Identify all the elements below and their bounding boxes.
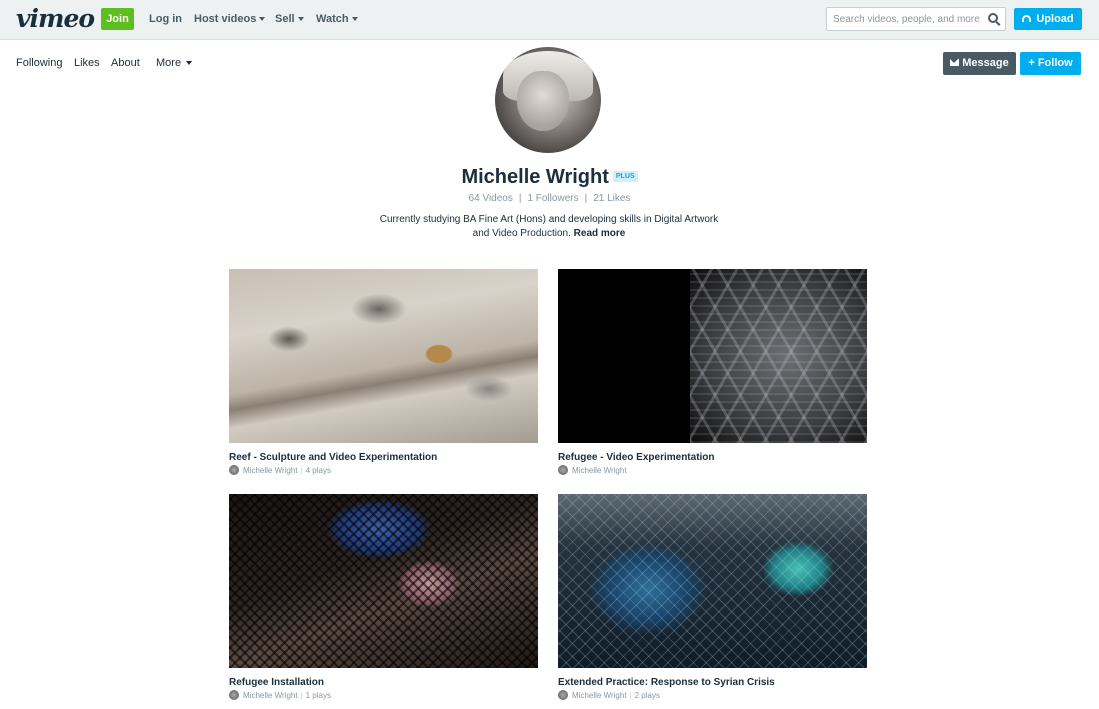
- search-input[interactable]: [833, 8, 983, 30]
- video-author[interactable]: Michelle Wright: [572, 691, 627, 700]
- video-card: Refugee Installation Michelle Wright | 1 p…: [229, 494, 538, 700]
- video-meta: Michelle Wright | 1 plays: [229, 690, 538, 700]
- videos-count-link[interactable]: 64 Videos: [469, 193, 513, 204]
- message-label: Message: [962, 57, 1009, 69]
- bio-text: Currently studying BA Fine Art (Hons) an…: [379, 214, 719, 239]
- upload-label: Upload: [1036, 13, 1074, 25]
- search-box: [826, 7, 1006, 31]
- video-plays: 1 plays: [305, 690, 331, 700]
- video-thumbnail[interactable]: [558, 269, 867, 443]
- sell-label: Sell: [275, 13, 295, 25]
- more-menu[interactable]: More: [156, 57, 193, 69]
- video-title[interactable]: Refugee Installation: [229, 677, 538, 688]
- video-thumbnail[interactable]: [558, 494, 867, 668]
- chevron-down-icon: [351, 17, 358, 22]
- video-card: Extended Practice: Response to Syrian Cr…: [558, 494, 867, 700]
- profile-avatar[interactable]: [495, 47, 601, 153]
- video-author[interactable]: Michelle Wright: [243, 466, 298, 475]
- likes-count-link[interactable]: 21 Likes: [593, 193, 630, 204]
- chevron-down-icon: [259, 17, 266, 22]
- message-button[interactable]: Message: [943, 52, 1016, 75]
- profile-name: Michelle Wright: [461, 166, 609, 188]
- video-title[interactable]: Reef - Sculpture and Video Experimentati…: [229, 452, 538, 463]
- divider: |: [300, 690, 303, 700]
- thumbnail-image: [558, 494, 867, 668]
- upload-icon: [1022, 15, 1032, 22]
- upload-button[interactable]: Upload: [1014, 8, 1082, 30]
- author-avatar[interactable]: [229, 690, 239, 700]
- video-card: Reef - Sculpture and Video Experimentati…: [229, 269, 538, 475]
- host-videos-label: Host videos: [194, 13, 257, 25]
- video-card: Refugee - Video Experimentation Michelle…: [558, 269, 867, 475]
- chevron-down-icon: [297, 17, 304, 22]
- video-plays: 4 plays: [305, 465, 331, 475]
- video-plays: 2 plays: [634, 690, 660, 700]
- watch-menu[interactable]: Watch: [316, 13, 358, 25]
- search-icon[interactable]: [988, 13, 998, 23]
- profile-name-row: Michelle Wright PLUS: [0, 166, 1099, 189]
- plus-badge: PLUS: [612, 171, 638, 183]
- follow-button[interactable]: + Follow: [1020, 52, 1081, 75]
- tab-likes[interactable]: Likes: [74, 57, 100, 69]
- video-title[interactable]: Extended Practice: Response to Syrian Cr…: [558, 677, 867, 688]
- video-thumbnail[interactable]: [229, 269, 538, 443]
- video-author[interactable]: Michelle Wright: [572, 466, 627, 475]
- thumbnail-image: [229, 494, 538, 668]
- chevron-down-icon: [186, 61, 193, 66]
- tab-about[interactable]: About: [111, 57, 140, 69]
- divider: |: [584, 193, 588, 204]
- profile-stats: 64 Videos | 1 Followers | 21 Likes: [0, 193, 1099, 204]
- vimeo-logo[interactable]: vimeo: [16, 4, 95, 33]
- video-author[interactable]: Michelle Wright: [243, 691, 298, 700]
- sell-menu[interactable]: Sell: [275, 13, 304, 25]
- video-meta: Michelle Wright | 4 plays: [229, 465, 538, 475]
- login-link[interactable]: Log in: [149, 13, 182, 25]
- top-navigation-bar: vimeo Join Log in Host videos Sell Watch…: [0, 0, 1099, 40]
- tab-following[interactable]: Following: [16, 57, 62, 69]
- video-meta: Michelle Wright | 2 plays: [558, 690, 867, 700]
- profile-bio: Currently studying BA Fine Art (Hons) an…: [379, 213, 719, 241]
- login-label: Log in: [149, 13, 182, 25]
- host-videos-menu[interactable]: Host videos: [194, 13, 266, 25]
- join-button[interactable]: Join: [101, 8, 134, 30]
- author-avatar[interactable]: [558, 690, 568, 700]
- author-avatar[interactable]: [558, 465, 568, 475]
- divider: |: [518, 193, 522, 204]
- envelope-icon: [950, 59, 960, 66]
- followers-count-link[interactable]: 1 Followers: [527, 193, 578, 204]
- divider: |: [300, 465, 303, 475]
- read-more-link[interactable]: Read more: [574, 228, 626, 239]
- video-title[interactable]: Refugee - Video Experimentation: [558, 452, 867, 463]
- watch-label: Watch: [316, 13, 349, 25]
- avatar-face: [517, 71, 569, 131]
- more-label: More: [156, 57, 182, 69]
- author-avatar[interactable]: [229, 465, 239, 475]
- video-thumbnail[interactable]: [229, 494, 538, 668]
- thumbnail-image: [690, 269, 867, 443]
- video-meta: Michelle Wright: [558, 465, 867, 475]
- divider: |: [629, 690, 632, 700]
